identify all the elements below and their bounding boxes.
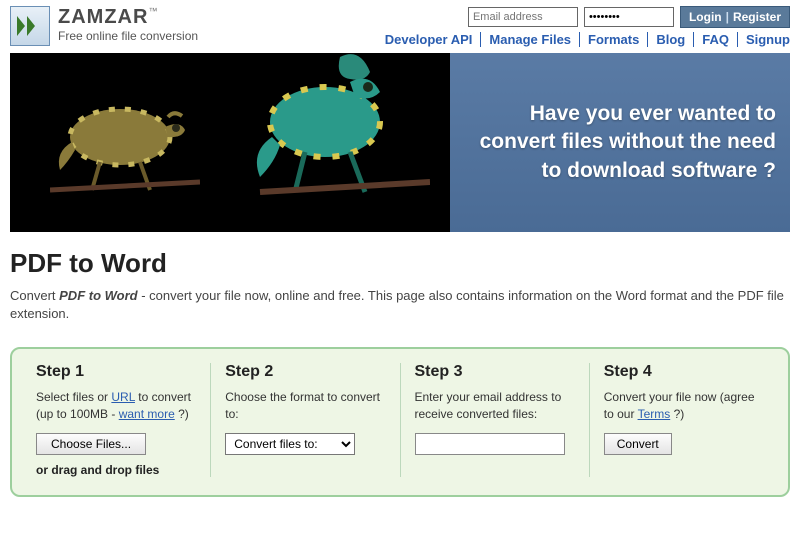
trademark: ™ xyxy=(148,6,157,16)
step-3: Step 3 Enter your email address to recei… xyxy=(401,363,590,477)
step-4: Step 4 Convert your file now (agree to o… xyxy=(590,363,778,477)
step-4-title: Step 4 xyxy=(604,363,764,381)
hero-line3: to download software ? xyxy=(480,157,776,185)
page-description: Convert PDF to Word - convert your file … xyxy=(10,287,790,323)
url-link[interactable]: URL xyxy=(111,390,135,404)
hero-image xyxy=(10,53,450,232)
nav-faq[interactable]: FAQ xyxy=(694,32,738,47)
top-right: Login | Register Developer API Manage Fi… xyxy=(377,6,790,47)
step-2-title: Step 2 xyxy=(225,363,385,381)
hero-text-panel: Have you ever wanted to convert files wi… xyxy=(450,53,790,232)
login-label: Login xyxy=(689,10,722,24)
hero-banner: Have you ever wanted to convert files wi… xyxy=(10,53,790,232)
want-more-link[interactable]: want more xyxy=(119,407,175,421)
format-select[interactable]: Convert files to: xyxy=(225,433,355,455)
register-label: Register xyxy=(733,10,781,24)
email-input[interactable] xyxy=(468,7,578,27)
step-4-desc: Convert your file now (agree to our Term… xyxy=(604,389,764,423)
drag-drop-text: or drag and drop files xyxy=(36,463,196,477)
nav-formats[interactable]: Formats xyxy=(580,32,648,47)
step-3-desc: Enter your email address to receive conv… xyxy=(415,389,575,423)
convert-button[interactable]: Convert xyxy=(604,433,672,455)
logo-area: ZAMZAR™ Free online file conversion xyxy=(10,6,198,46)
nav-manage-files[interactable]: Manage Files xyxy=(481,32,580,47)
step-2-desc: Choose the format to convert to: xyxy=(225,389,385,423)
login-row: Login | Register xyxy=(468,6,790,28)
nav-developer-api[interactable]: Developer API xyxy=(377,32,482,47)
hero-line1: Have you ever wanted to xyxy=(480,100,776,128)
page-title: PDF to Word xyxy=(10,248,790,279)
logo-icon xyxy=(10,6,50,46)
step-1: Step 1 Select files or URL to convert (u… xyxy=(22,363,211,477)
step-1-title: Step 1 xyxy=(36,363,196,381)
password-input[interactable] xyxy=(584,7,674,27)
nav-blog[interactable]: Blog xyxy=(648,32,694,47)
step-1-desc: Select files or URL to convert (up to 10… xyxy=(36,389,196,423)
terms-link[interactable]: Terms xyxy=(638,407,671,421)
nav-row: Developer API Manage Files Formats Blog … xyxy=(377,32,790,47)
login-register-button[interactable]: Login | Register xyxy=(680,6,790,28)
chameleon-right-icon xyxy=(250,53,430,207)
choose-files-button[interactable]: Choose Files... xyxy=(36,433,146,455)
step-3-title: Step 3 xyxy=(415,363,575,381)
recipient-email-input[interactable] xyxy=(415,433,565,455)
hero-line2: convert files without the need xyxy=(480,128,776,156)
nav-signup[interactable]: Signup xyxy=(738,32,790,47)
brand-name: ZAMZAR xyxy=(58,6,148,28)
step-2: Step 2 Choose the format to convert to: … xyxy=(211,363,400,477)
chameleon-left-icon xyxy=(50,82,200,202)
topbar: ZAMZAR™ Free online file conversion Logi… xyxy=(10,0,790,47)
hero-text: Have you ever wanted to convert files wi… xyxy=(480,100,776,185)
tagline: Free online file conversion xyxy=(58,29,198,43)
separator: | xyxy=(726,10,729,24)
steps-panel: Step 1 Select files or URL to convert (u… xyxy=(10,347,790,497)
logo-text: ZAMZAR™ Free online file conversion xyxy=(58,6,198,43)
